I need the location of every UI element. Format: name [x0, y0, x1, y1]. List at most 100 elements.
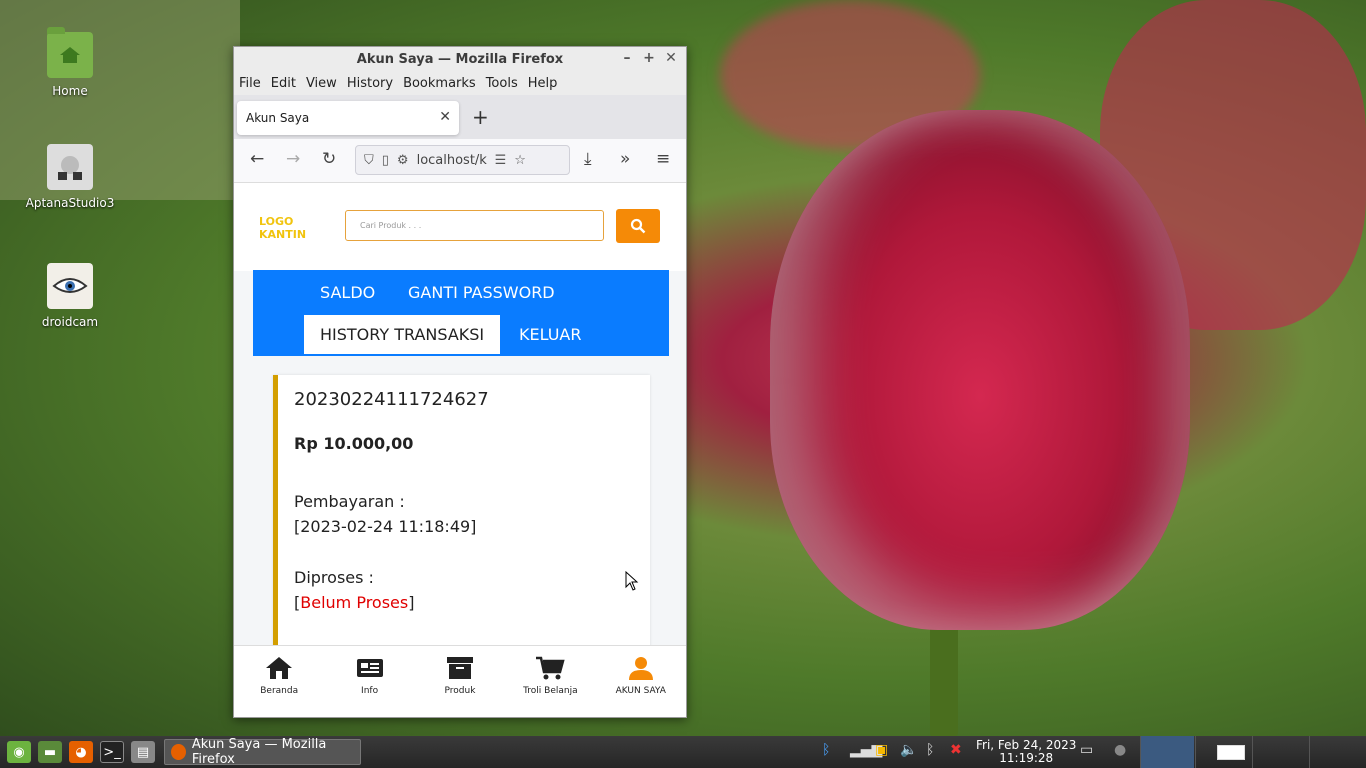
newspaper-icon — [327, 656, 413, 686]
transaction-card: 20230224111724627 Rp 10.000,00 Pembayara… — [273, 375, 650, 665]
bottom-nav-produk[interactable]: Produk — [417, 646, 503, 717]
logo-line-1: LOGO — [259, 215, 294, 228]
bottom-nav-troli[interactable]: Troli Belanja — [507, 646, 593, 717]
folder-home-icon — [47, 27, 93, 78]
desktop-icon-aptana[interactable]: AptanaStudio3 — [20, 144, 120, 210]
bottom-nav-beranda[interactable]: Beranda — [236, 646, 322, 717]
taskbar-firefox-button[interactable]: Akun Saya — Mozilla Firefox — [164, 737, 361, 767]
desktop-icon-label: Home — [52, 84, 88, 98]
menu-view[interactable]: View — [306, 76, 337, 91]
maximize-icon[interactable]: + — [640, 50, 658, 66]
workspace-2[interactable] — [1195, 736, 1252, 768]
bottom-nav-label: Produk — [444, 686, 476, 696]
menu-edit[interactable]: Edit — [271, 76, 296, 91]
search-input[interactable]: Cari Produk . . . — [345, 210, 604, 241]
account-nav: SALDO GANTI PASSWORD HISTORY TRANSAKSI K… — [253, 270, 669, 356]
search-button[interactable] — [616, 209, 660, 243]
status-icon[interactable]: ● — [1114, 742, 1126, 758]
bottom-nav-label: Beranda — [260, 686, 299, 696]
url-bar[interactable]: ⛉ ▯ ⚙ localhost/k ☰ ☆ — [355, 145, 570, 175]
wallpaper-tulip — [770, 110, 1190, 630]
show-desktop-icon[interactable]: ▬ — [38, 741, 62, 763]
firefox-launcher-icon[interactable]: ◕ — [69, 741, 93, 763]
workspace-1[interactable] — [1140, 736, 1194, 768]
workspace-4[interactable] — [1309, 736, 1366, 768]
workspace-3[interactable] — [1252, 736, 1309, 768]
overflow-icon[interactable]: » — [620, 149, 630, 169]
reload-icon[interactable]: ↻ — [322, 149, 336, 169]
bracket-close: ] — [408, 593, 415, 612]
search-icon — [630, 218, 646, 234]
terminal-icon[interactable]: >_ — [100, 741, 124, 763]
desktop-icon-label: droidcam — [41, 315, 99, 329]
archive-box-icon — [417, 656, 503, 686]
clock[interactable]: Fri, Feb 24, 2023 11:19:28 — [976, 739, 1076, 765]
droidcam-icon — [47, 263, 93, 309]
transaction-amount: Rp 10.000,00 — [294, 434, 414, 453]
site-header: LOGO KANTIN Cari Produk . . . — [234, 183, 686, 271]
menu-history[interactable]: History — [347, 76, 393, 91]
reader-icon[interactable]: ☰ — [495, 153, 507, 168]
forward-icon[interactable]: → — [286, 149, 300, 169]
process-status: Belum Proses — [300, 593, 409, 612]
permissions-icon[interactable]: ⚙ — [397, 153, 409, 168]
tab-close-icon[interactable]: ✕ — [439, 109, 451, 125]
tab-keluar[interactable]: KELUAR — [519, 325, 582, 344]
clock-time: 11:19:28 — [999, 751, 1054, 765]
user-icon — [598, 656, 684, 686]
back-icon[interactable]: ← — [250, 149, 264, 169]
bottom-nav: Beranda Info Produk Troli Belanja AKUN S… — [234, 645, 686, 717]
process-label: Diproses : — [294, 568, 374, 587]
window-titlebar[interactable]: Akun Saya — Mozilla Firefox – + ✕ — [234, 47, 686, 71]
desktop-icon-droidcam[interactable]: droidcam — [20, 263, 120, 329]
menu-bar: File Edit View History Bookmarks Tools H… — [234, 71, 686, 95]
browser-tab[interactable]: Akun Saya ✕ — [237, 101, 459, 135]
window-title: Akun Saya — Mozilla Firefox — [356, 51, 564, 67]
cart-icon — [507, 656, 593, 686]
bottom-nav-info[interactable]: Info — [327, 646, 413, 717]
firefox-window: Akun Saya — Mozilla Firefox – + ✕ File E… — [233, 46, 687, 718]
bottom-nav-akun-saya[interactable]: AKUN SAYA — [598, 646, 684, 717]
tab-bar: Akun Saya ✕ + — [234, 95, 686, 139]
new-tab-icon[interactable]: + — [472, 105, 489, 129]
files-icon[interactable]: ▤ — [131, 741, 155, 763]
tab-history-transaksi[interactable]: HISTORY TRANSAKSI — [304, 315, 501, 354]
bluetooth-icon[interactable]: ᛒ — [822, 742, 830, 758]
bottom-nav-label: AKUN SAYA — [615, 686, 666, 696]
home-icon — [236, 656, 322, 686]
web-page: LOGO KANTIN Cari Produk . . . SALDO GANT… — [234, 183, 686, 717]
url-text[interactable]: localhost/k — [417, 153, 487, 168]
bottom-nav-label: Troli Belanja — [523, 686, 578, 696]
page-icon: ▯ — [381, 152, 389, 168]
menu-tools[interactable]: Tools — [486, 76, 518, 91]
bottom-nav-label: Info — [361, 686, 379, 696]
tab-saldo[interactable]: SALDO — [320, 283, 375, 302]
taskbar: ◉ ▬ ◕ >_ ▤ Akun Saya — Mozilla Firefox ᛒ… — [0, 736, 1366, 768]
security-icon[interactable]: ✖ — [950, 742, 962, 758]
tab-ganti-password[interactable]: GANTI PASSWORD — [408, 283, 555, 302]
payment-label: Pembayaran : — [294, 492, 405, 511]
update-icon[interactable]: ▣ — [875, 742, 888, 758]
download-icon[interactable]: ⤓ — [584, 149, 592, 169]
menu-help[interactable]: Help — [528, 76, 558, 91]
firefox-icon — [171, 744, 186, 760]
minimize-icon[interactable]: – — [618, 50, 636, 66]
bookmark-star-icon[interactable]: ☆ — [514, 153, 526, 168]
volume-icon[interactable]: 🔈 — [900, 742, 917, 758]
aptana-icon — [47, 144, 93, 190]
navigation-bar: ← → ↻ ⛉ ▯ ⚙ localhost/k ☰ ☆ ⤓ » ≡ — [234, 139, 686, 183]
site-logo[interactable]: LOGO KANTIN — [259, 215, 306, 241]
battery-icon[interactable]: ▭ — [1080, 742, 1093, 758]
hamburger-menu-icon[interactable]: ≡ — [656, 149, 670, 169]
bluetooth-status-icon[interactable]: ᛒ — [926, 742, 934, 758]
menu-file[interactable]: File — [239, 76, 261, 91]
tab-title: Akun Saya — [246, 111, 310, 125]
mouse-cursor-icon — [625, 571, 639, 591]
menu-bookmarks[interactable]: Bookmarks — [403, 76, 476, 91]
close-icon[interactable]: ✕ — [662, 50, 680, 66]
mint-menu-icon[interactable]: ◉ — [7, 741, 31, 763]
desktop-icon-home[interactable]: Home — [20, 27, 120, 98]
shield-icon[interactable]: ⛉ — [364, 153, 374, 168]
process-value: [Belum Proses] — [294, 590, 650, 615]
transaction-code: 20230224111724627 — [294, 389, 489, 410]
